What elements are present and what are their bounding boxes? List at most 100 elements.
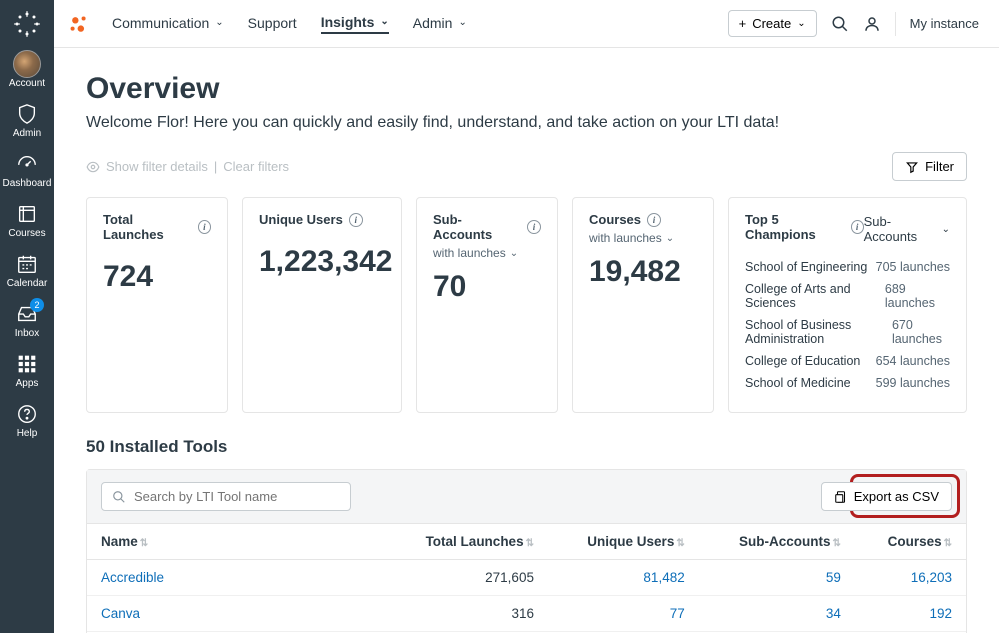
sort-icon: ⇅ — [526, 538, 534, 549]
chevron-down-icon: ⌄ — [666, 233, 674, 244]
search-icon — [112, 490, 126, 504]
show-filter-details[interactable]: Show filter details — [106, 159, 208, 174]
sidebar-item-label: Dashboard — [3, 178, 52, 189]
sidebar-item-label: Admin — [13, 128, 41, 139]
cell-users[interactable]: 81,482 — [548, 560, 699, 596]
card-sublabel[interactable]: with launches⌄ — [433, 246, 541, 260]
export-csv-button[interactable]: Export as CSV — [821, 482, 952, 511]
col-name[interactable]: Name⇅ — [87, 524, 384, 560]
sidebar-item-dashboard[interactable]: Dashboard — [0, 146, 54, 194]
card-value: 1,223,342 — [259, 245, 385, 279]
tool-name-link[interactable]: Accredible — [101, 570, 164, 585]
create-button[interactable]: +Create⌄ — [728, 10, 817, 37]
cell-subaccounts[interactable]: 34 — [699, 596, 855, 632]
clear-filters[interactable]: Clear filters — [223, 159, 289, 174]
table-row: Accredible 271,60581,4825916,203 — [87, 560, 966, 596]
filter-row: Show filter details | Clear filters Filt… — [86, 152, 967, 181]
tools-table: Name⇅ Total Launches⇅ Unique Users⇅ Sub-… — [87, 524, 966, 633]
champion-name: School of Medicine — [745, 376, 851, 390]
card-sublabel[interactable]: with launches⌄ — [589, 231, 697, 245]
card-unique-users: Unique Usersi 1,223,342 — [242, 197, 402, 413]
sort-icon: ⇅ — [832, 538, 840, 549]
chevron-down-icon: ⌄ — [380, 16, 388, 27]
cell-subaccounts[interactable]: 59 — [699, 560, 855, 596]
champions-dropdown[interactable]: Sub-Accounts⌄ — [864, 214, 950, 244]
filter-text: Show filter details | Clear filters — [86, 159, 289, 174]
sidebar-item-help[interactable]: Help — [0, 396, 54, 444]
sidebar-item-label: Help — [17, 428, 38, 439]
filter-button[interactable]: Filter — [892, 152, 967, 181]
nav-support[interactable]: Support — [248, 15, 297, 33]
nav-label: Insights — [321, 14, 375, 30]
separator: | — [214, 159, 217, 174]
eye-icon — [86, 160, 100, 174]
cell-courses[interactable]: 192 — [855, 596, 966, 632]
export-icon — [834, 490, 848, 504]
col-users[interactable]: Unique Users⇅ — [548, 524, 699, 560]
info-icon[interactable]: i — [527, 220, 541, 234]
champions-header: Top 5 Championsi Sub-Accounts⌄ — [745, 212, 950, 246]
search-icon[interactable] — [831, 15, 849, 33]
tool-name-link[interactable]: Canva — [101, 606, 140, 621]
col-subaccounts[interactable]: Sub-Accounts⇅ — [699, 524, 855, 560]
my-instance-link[interactable]: My instance — [910, 16, 979, 31]
nav-insights[interactable]: Insights ⌄ — [321, 14, 389, 34]
sidebar-item-calendar[interactable]: Calendar — [0, 246, 54, 294]
table-row: Canva3167734192 — [87, 596, 966, 632]
sidebar-item-label: Apps — [16, 378, 39, 389]
section-title: 50 Installed Tools — [86, 437, 967, 457]
sort-icon: ⇅ — [944, 538, 952, 549]
champion-row: College of Education654 launches — [745, 350, 950, 372]
stats-cards: Total Launchesi 724 Unique Usersi 1,223,… — [86, 197, 967, 413]
topbar-right: +Create⌄ My instance — [728, 10, 979, 37]
card-value: 70 — [433, 270, 541, 304]
page-subtitle: Welcome Flor! Here you can quickly and e… — [86, 114, 967, 132]
button-label: Filter — [925, 159, 954, 174]
card-label: Top 5 Championsi — [745, 212, 864, 242]
chevron-down-icon: ⌄ — [215, 17, 223, 28]
sidebar-item-inbox[interactable]: 2 Inbox — [0, 296, 54, 344]
page-content: Overview Welcome Flor! Here you can quic… — [54, 48, 999, 633]
user-icon[interactable] — [863, 15, 881, 33]
info-icon[interactable]: i — [647, 213, 661, 227]
col-launches[interactable]: Total Launches⇅ — [384, 524, 548, 560]
sidebar-item-admin[interactable]: Admin — [0, 96, 54, 144]
sidebar-logo-icon[interactable] — [7, 4, 47, 44]
cell-launches: 271,605 — [384, 560, 548, 596]
info-icon[interactable]: i — [349, 213, 363, 227]
divider — [895, 12, 896, 36]
search-input[interactable] — [134, 489, 340, 504]
nav-admin[interactable]: Admin⌄ — [413, 15, 467, 33]
card-value: 19,482 — [589, 255, 697, 289]
chevron-down-icon: ⌄ — [942, 224, 950, 235]
champion-count: 654 launches — [876, 354, 950, 368]
card-label: Unique Usersi — [259, 212, 385, 227]
champion-name: School of Business Administration — [745, 318, 892, 346]
info-icon[interactable]: i — [851, 220, 864, 234]
info-icon[interactable]: i — [198, 220, 211, 234]
champion-row: School of Medicine 599 launches — [745, 372, 950, 394]
calendar-icon — [16, 252, 38, 276]
search-input-wrapper[interactable] — [101, 482, 351, 511]
card-label: Coursesi — [589, 212, 697, 227]
sidebar-item-apps[interactable]: Apps — [0, 346, 54, 394]
brand-logo-icon[interactable] — [68, 13, 90, 35]
table-toolbar: Export as CSV — [87, 470, 966, 524]
sidebar-item-label: Inbox — [15, 328, 39, 339]
top-nav-links: Communication ⌄ Support Insights ⌄ Admin⌄ — [112, 14, 467, 34]
cell-courses[interactable]: 16,203 — [855, 560, 966, 596]
sidebar-item-account[interactable]: Account — [0, 46, 54, 94]
sidebar-item-courses[interactable]: Courses — [0, 196, 54, 244]
chevron-down-icon: ⌄ — [797, 18, 805, 29]
chevron-down-icon: ⌄ — [510, 248, 518, 259]
chevron-down-icon: ⌄ — [458, 17, 466, 28]
sidebar-item-label: Account — [9, 78, 45, 89]
nav-communication[interactable]: Communication ⌄ — [112, 15, 224, 33]
champion-count: 689 launches — [885, 282, 950, 310]
button-label: Create — [752, 16, 791, 31]
col-courses[interactable]: Courses⇅ — [855, 524, 966, 560]
champion-count: 599 launches — [876, 376, 950, 390]
cell-users[interactable]: 77 — [548, 596, 699, 632]
card-total-launches: Total Launchesi 724 — [86, 197, 228, 413]
nav-label: Communication — [112, 15, 209, 31]
